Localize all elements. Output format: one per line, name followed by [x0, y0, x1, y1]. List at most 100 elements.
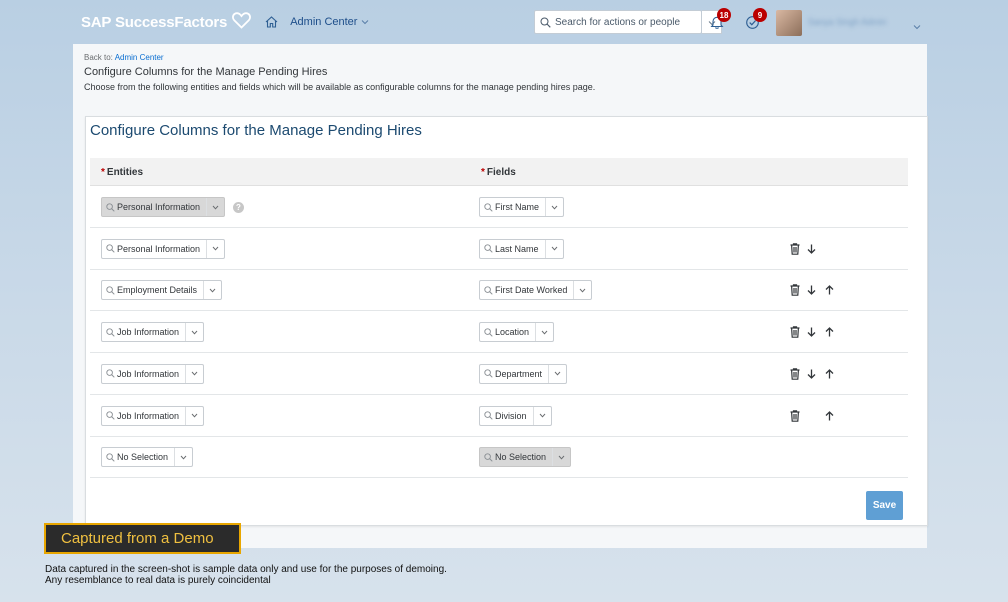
- field-select-field[interactable]: First Name: [480, 198, 545, 216]
- disclaimer-line-1: Data captured in the screen-shot is samp…: [45, 564, 447, 575]
- row-actions: [788, 325, 836, 339]
- arrow-up-icon[interactable]: [822, 283, 836, 297]
- field-select[interactable]: No Selection: [479, 447, 572, 468]
- entity-select[interactable]: Personal Information: [101, 197, 226, 217]
- arrow-down-icon[interactable]: [804, 325, 818, 339]
- delete-icon[interactable]: [788, 409, 802, 423]
- help-icon[interactable]: ?: [233, 202, 244, 213]
- search-icon: [106, 327, 115, 337]
- search-icon: [484, 244, 493, 253]
- field-select-field[interactable]: Last Name: [480, 240, 545, 258]
- chevron-down-icon[interactable]: [185, 323, 203, 342]
- search-icon: [484, 369, 493, 378]
- breadcrumb: Back to: Admin Center: [84, 53, 164, 62]
- entity-select-field[interactable]: Job Information: [102, 407, 185, 425]
- delete-icon[interactable]: [788, 283, 802, 297]
- chevron-down-icon[interactable]: [206, 239, 224, 258]
- chevron-down-icon[interactable]: [913, 17, 921, 35]
- field-select[interactable]: Division: [479, 405, 552, 426]
- entity-select-field[interactable]: Job Information: [102, 365, 185, 383]
- notification-count-badge: 18: [717, 8, 731, 22]
- entity-select[interactable]: Job Information: [101, 363, 205, 384]
- delete-icon[interactable]: [788, 325, 802, 339]
- demo-banner: Captured from a Demo: [44, 523, 241, 554]
- chevron-down-icon[interactable]: [174, 448, 192, 467]
- field-select-field[interactable]: Division: [480, 407, 533, 425]
- chevron-down-icon[interactable]: [552, 448, 570, 467]
- entity-select-value: Personal Information: [117, 202, 201, 212]
- chevron-down-icon[interactable]: [532, 406, 551, 425]
- home-icon[interactable]: [265, 16, 278, 28]
- avatar[interactable]: [776, 10, 802, 36]
- save-button[interactable]: Save: [866, 491, 903, 520]
- field-select-field[interactable]: Location: [480, 323, 535, 341]
- entity-select-field[interactable]: Personal Information: [102, 240, 206, 258]
- chevron-down-icon[interactable]: [206, 198, 224, 216]
- arrow-down-icon[interactable]: [804, 367, 818, 381]
- entity-select-field[interactable]: No Selection: [102, 448, 174, 466]
- search-box[interactable]: [534, 10, 702, 34]
- entity-select-value: No Selection: [117, 452, 169, 463]
- chevron-down-icon[interactable]: [545, 198, 563, 216]
- fields-header-label: Fields: [486, 167, 516, 178]
- search-icon: [106, 369, 115, 378]
- row-actions: [788, 367, 836, 381]
- field-select-value: Division: [495, 410, 527, 421]
- entity-select[interactable]: No Selection: [101, 447, 194, 468]
- back-link[interactable]: Admin Center: [115, 53, 164, 62]
- arrow-down-icon[interactable]: [804, 242, 818, 256]
- breadcrumb-prefix: Back to:: [84, 53, 113, 62]
- chevron-down-icon[interactable]: [544, 239, 563, 258]
- demo-disclaimer: Data captured in the screen-shot is samp…: [45, 564, 447, 586]
- chevron-down-icon[interactable]: [185, 406, 203, 425]
- chevron-down-icon[interactable]: [203, 281, 221, 300]
- delete-icon[interactable]: [788, 242, 802, 256]
- arrow-up-icon[interactable]: [822, 409, 836, 423]
- search-input[interactable]: [555, 16, 695, 28]
- row-actions: [788, 450, 836, 464]
- arrow-up-icon[interactable]: [822, 367, 836, 381]
- field-select[interactable]: Department: [479, 363, 568, 384]
- configure-columns-panel: Configure Columns for the Manage Pending…: [85, 116, 928, 526]
- sap-logo[interactable]: SAP SuccessFactors: [81, 11, 252, 33]
- chevron-down-icon[interactable]: [185, 364, 203, 383]
- entity-select-field[interactable]: Personal Information: [102, 198, 206, 216]
- field-select-field[interactable]: No Selection: [480, 448, 552, 466]
- field-select-field[interactable]: Department: [480, 365, 548, 383]
- user-name[interactable]: Sanya Singh Admin: [808, 17, 908, 27]
- entities-header-label: Entities: [106, 167, 144, 178]
- delete-icon[interactable]: [788, 367, 802, 381]
- field-select-value: Location: [495, 327, 530, 338]
- search-icon: [484, 327, 493, 337]
- field-select-value: First Date Worked: [495, 285, 568, 296]
- field-select-field[interactable]: First Date Worked: [480, 281, 573, 299]
- table-header: * Entities * Fields: [90, 158, 908, 186]
- brand-name: SAP SuccessFactors: [81, 13, 228, 31]
- admin-center-menu-label: Admin Center: [290, 16, 358, 28]
- field-select[interactable]: First Name: [479, 197, 565, 217]
- entity-select-value: Job Information: [117, 327, 180, 338]
- panel-title: Configure Columns for the Manage Pending…: [90, 122, 422, 139]
- field-select[interactable]: First Date Worked: [479, 280, 593, 301]
- search-icon: [540, 17, 551, 28]
- entity-select[interactable]: Employment Details: [101, 280, 223, 301]
- notifications-button[interactable]: 18: [705, 8, 731, 35]
- search-icon: [484, 202, 493, 212]
- table-row: Job Information Location: [90, 311, 908, 354]
- entity-select[interactable]: Personal Information: [101, 238, 226, 259]
- admin-center-menu[interactable]: Admin Center: [290, 16, 369, 28]
- arrow-down-icon[interactable]: [804, 283, 818, 297]
- field-select[interactable]: Location: [479, 322, 555, 343]
- chevron-down-icon[interactable]: [535, 323, 553, 342]
- entity-select[interactable]: Job Information: [101, 405, 205, 426]
- field-select[interactable]: Last Name: [479, 238, 564, 259]
- entity-select[interactable]: Job Information: [101, 322, 205, 343]
- todo-button[interactable]: 9: [741, 8, 767, 35]
- page-title: Configure Columns for the Manage Pending…: [84, 66, 328, 78]
- entity-select-field[interactable]: Employment Details: [102, 281, 203, 299]
- entity-select-field[interactable]: Job Information: [102, 323, 185, 341]
- chevron-down-icon[interactable]: [548, 364, 566, 383]
- arrow-up-icon[interactable]: [822, 325, 836, 339]
- todo-count-badge: 9: [753, 8, 767, 22]
- chevron-down-icon[interactable]: [573, 281, 591, 300]
